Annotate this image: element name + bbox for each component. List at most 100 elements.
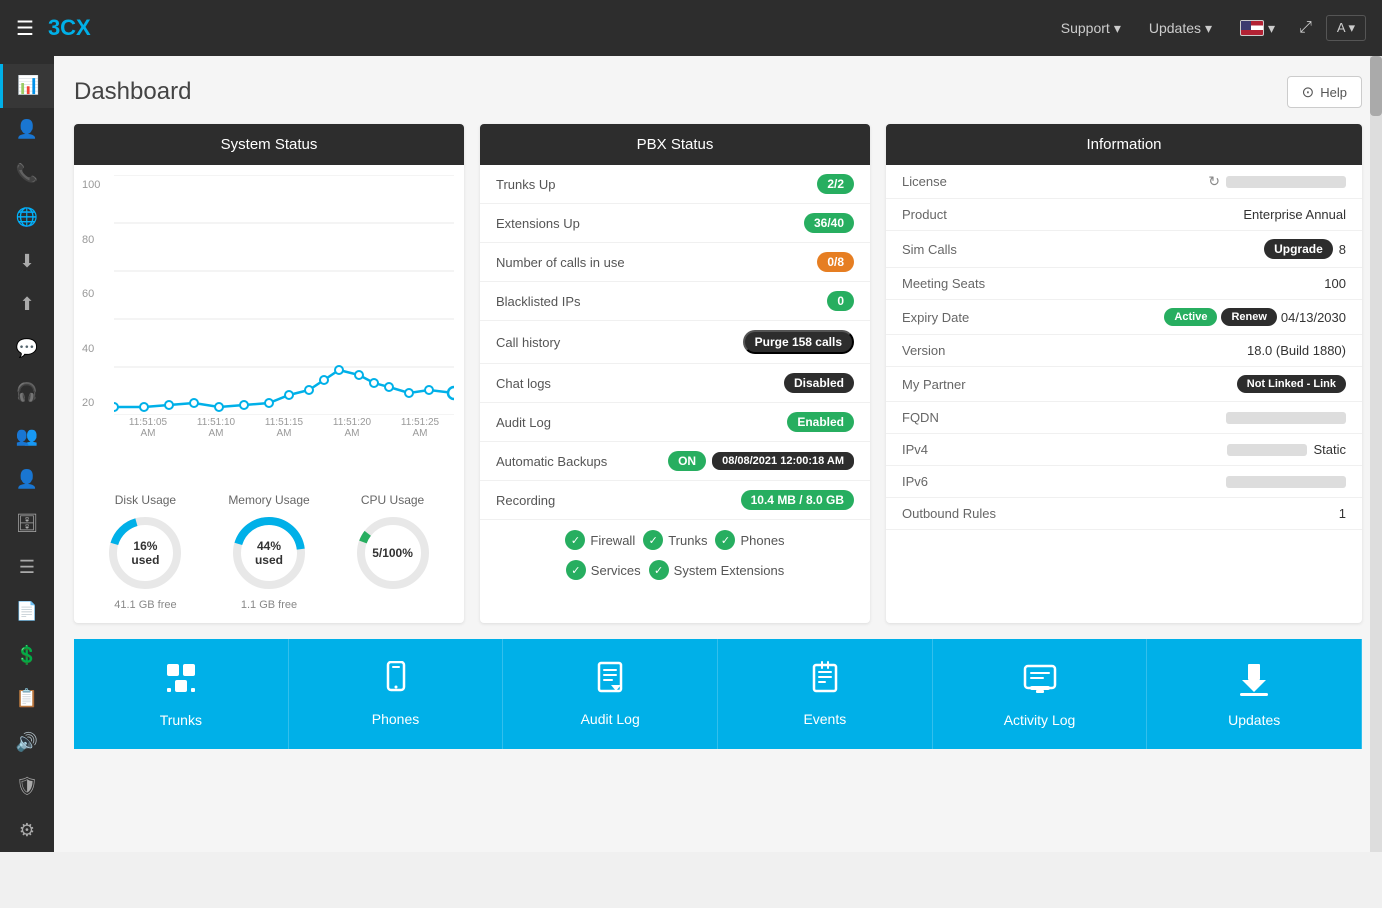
- tile-trunks[interactable]: Trunks: [74, 639, 289, 749]
- activitylog-tile-icon: [1022, 660, 1058, 704]
- sidebar-item-groups[interactable]: 👤: [0, 458, 54, 502]
- meetings-value: 100: [1324, 276, 1346, 291]
- renew-badge[interactable]: Renew: [1221, 308, 1276, 326]
- check-trunks: ✓ Trunks: [643, 530, 707, 550]
- pbx-row-calls: Number of calls in use 0/8: [480, 243, 870, 282]
- language-button[interactable]: ▾: [1230, 14, 1285, 43]
- chart-x-labels: 11:51:05AM 11:51:10AM 11:51:15AM 11:51:2…: [114, 417, 454, 439]
- sidebar-item-billing[interactable]: 💲: [0, 633, 54, 677]
- system-status-header: System Status: [74, 124, 464, 165]
- trunks-tile-icon: [163, 660, 199, 704]
- updates-button[interactable]: Updates ▾: [1139, 14, 1222, 43]
- sidebar-item-storage[interactable]: 🗄: [0, 502, 54, 546]
- sidebar-item-dashboard[interactable]: 📊: [0, 64, 54, 108]
- memory-usage-label: Memory Usage: [228, 493, 309, 507]
- cpu-usage-label: CPU Usage: [361, 493, 424, 507]
- pbx-checks: ✓ Firewall ✓ Trunks ✓ Phones: [480, 520, 870, 560]
- help-button[interactable]: ⊙ Help: [1287, 76, 1362, 108]
- disk-usage-sub: 41.1 GB free: [114, 599, 176, 611]
- partner-badge[interactable]: Not Linked - Link: [1237, 375, 1346, 393]
- pbx-checks-row2: ✓ Services ✓ System Extensions: [480, 560, 870, 590]
- chevron-down-icon: ▾: [1268, 20, 1275, 37]
- chart-svg: [114, 175, 454, 415]
- simcalls-value: 8: [1339, 242, 1346, 257]
- tile-updates[interactable]: Updates: [1147, 639, 1362, 749]
- pbx-row-extensions: Extensions Up 36/40: [480, 204, 870, 243]
- product-value: Enterprise Annual: [1243, 207, 1346, 222]
- tile-events[interactable]: Events: [718, 639, 933, 749]
- page-title: Dashboard: [74, 78, 191, 106]
- tile-auditlog-label: Audit Log: [581, 711, 640, 727]
- check-firewall-icon: ✓: [565, 530, 585, 550]
- sidebar-item-report[interactable]: 📄: [0, 589, 54, 633]
- brand-logo: 3CX: [48, 15, 91, 41]
- tile-phones-label: Phones: [372, 711, 419, 727]
- info-row-fqdn: FQDN: [886, 402, 1362, 434]
- support-button[interactable]: Support ▾: [1051, 14, 1131, 43]
- check-sysext-icon: ✓: [649, 560, 669, 580]
- check-firewall: ✓ Firewall: [565, 530, 635, 550]
- check-trunks-icon: ✓: [643, 530, 663, 550]
- sidebar-item-log[interactable]: 📋: [0, 677, 54, 721]
- chevron-down-icon: ▾: [1205, 20, 1212, 37]
- sidebar-item-download[interactable]: ⬇: [0, 239, 54, 283]
- pbx-status-card: PBX Status Trunks Up 2/2 Extensions Up 3…: [480, 124, 870, 623]
- sidebar-item-contacts[interactable]: 👥: [0, 414, 54, 458]
- license-value: [1226, 176, 1346, 188]
- info-row-expiry: Expiry Date Active Renew 04/13/2030: [886, 300, 1362, 335]
- user-menu-button[interactable]: A ▾: [1326, 15, 1366, 41]
- ipv6-value: [1226, 476, 1346, 488]
- sidebar-item-security[interactable]: 🛡: [0, 765, 54, 809]
- events-tile-icon: [808, 661, 842, 703]
- backups-on-badge: ON: [668, 451, 706, 471]
- hamburger-menu[interactable]: ☰: [16, 16, 34, 41]
- fqdn-value: [1226, 412, 1346, 424]
- outbound-value: 1: [1339, 506, 1346, 521]
- help-icon: ⊙: [1302, 83, 1315, 101]
- extensions-badge: 36/40: [804, 213, 854, 233]
- tile-phones[interactable]: Phones: [289, 639, 504, 749]
- memory-usage-sub: 1.1 GB free: [241, 599, 297, 611]
- calls-badge: 0/8: [817, 252, 854, 272]
- expiry-value: 04/13/2030: [1281, 310, 1346, 325]
- memory-usage-gauge: Memory Usage 44% used 1.1 GB free: [228, 493, 309, 611]
- refresh-icon[interactable]: ↻: [1208, 173, 1220, 190]
- system-status-card: System Status 100 80 60 40 20: [74, 124, 464, 623]
- scroll-thumb[interactable]: [1370, 56, 1382, 116]
- tile-updates-label: Updates: [1228, 712, 1280, 728]
- info-row-product: Product Enterprise Annual: [886, 199, 1362, 231]
- memory-usage-value: 44% used: [249, 539, 289, 567]
- blacklist-badge: 0: [827, 291, 854, 311]
- sidebar-item-headset[interactable]: 🎧: [0, 370, 54, 414]
- tile-activitylog[interactable]: Activity Log: [933, 639, 1148, 749]
- sidebar-item-phones[interactable]: 📞: [0, 152, 54, 196]
- sidebar-item-chat[interactable]: 💬: [0, 327, 54, 371]
- sidebar-item-audio[interactable]: 🔊: [0, 721, 54, 765]
- flag-icon: [1240, 20, 1264, 36]
- dashboard-header: Dashboard ⊙ Help: [74, 76, 1362, 108]
- check-phones: ✓ Phones: [715, 530, 784, 550]
- purge-calls-button[interactable]: Purge 158 calls: [743, 330, 854, 354]
- pbx-row-chatlogs: Chat logs Disabled: [480, 364, 870, 403]
- disk-usage-circle: 16% used: [105, 513, 185, 593]
- disk-usage-gauge: Disk Usage 16% used 41.1 GB free: [105, 493, 185, 611]
- scroll-track[interactable]: [1370, 56, 1382, 852]
- chevron-down-icon: ▾: [1348, 20, 1355, 35]
- expand-button[interactable]: ⤢: [1293, 13, 1318, 43]
- sidebar-item-list[interactable]: ☰: [0, 546, 54, 590]
- auditlog-badge: Enabled: [787, 412, 854, 432]
- info-card: Information License ↻ Product Enterprise…: [886, 124, 1362, 623]
- sidebar-item-users[interactable]: 👤: [0, 108, 54, 152]
- tile-auditlog[interactable]: Audit Log: [503, 639, 718, 749]
- info-row-ipv4: IPv4 Static: [886, 434, 1362, 466]
- check-phones-icon: ✓: [715, 530, 735, 550]
- chatlogs-badge: Disabled: [784, 373, 854, 393]
- pbx-status-header: PBX Status: [480, 124, 870, 165]
- memory-usage-circle: 44% used: [229, 513, 309, 593]
- cards-row: System Status 100 80 60 40 20: [74, 124, 1362, 623]
- sidebar-item-upload[interactable]: ⬆: [0, 283, 54, 327]
- upgrade-badge[interactable]: Upgrade: [1264, 239, 1333, 259]
- sidebar-item-global[interactable]: 🌐: [0, 195, 54, 239]
- gauges-row: Disk Usage 16% used 41.1 GB free Me: [74, 485, 464, 623]
- sidebar-item-settings[interactable]: ⚙: [0, 808, 54, 852]
